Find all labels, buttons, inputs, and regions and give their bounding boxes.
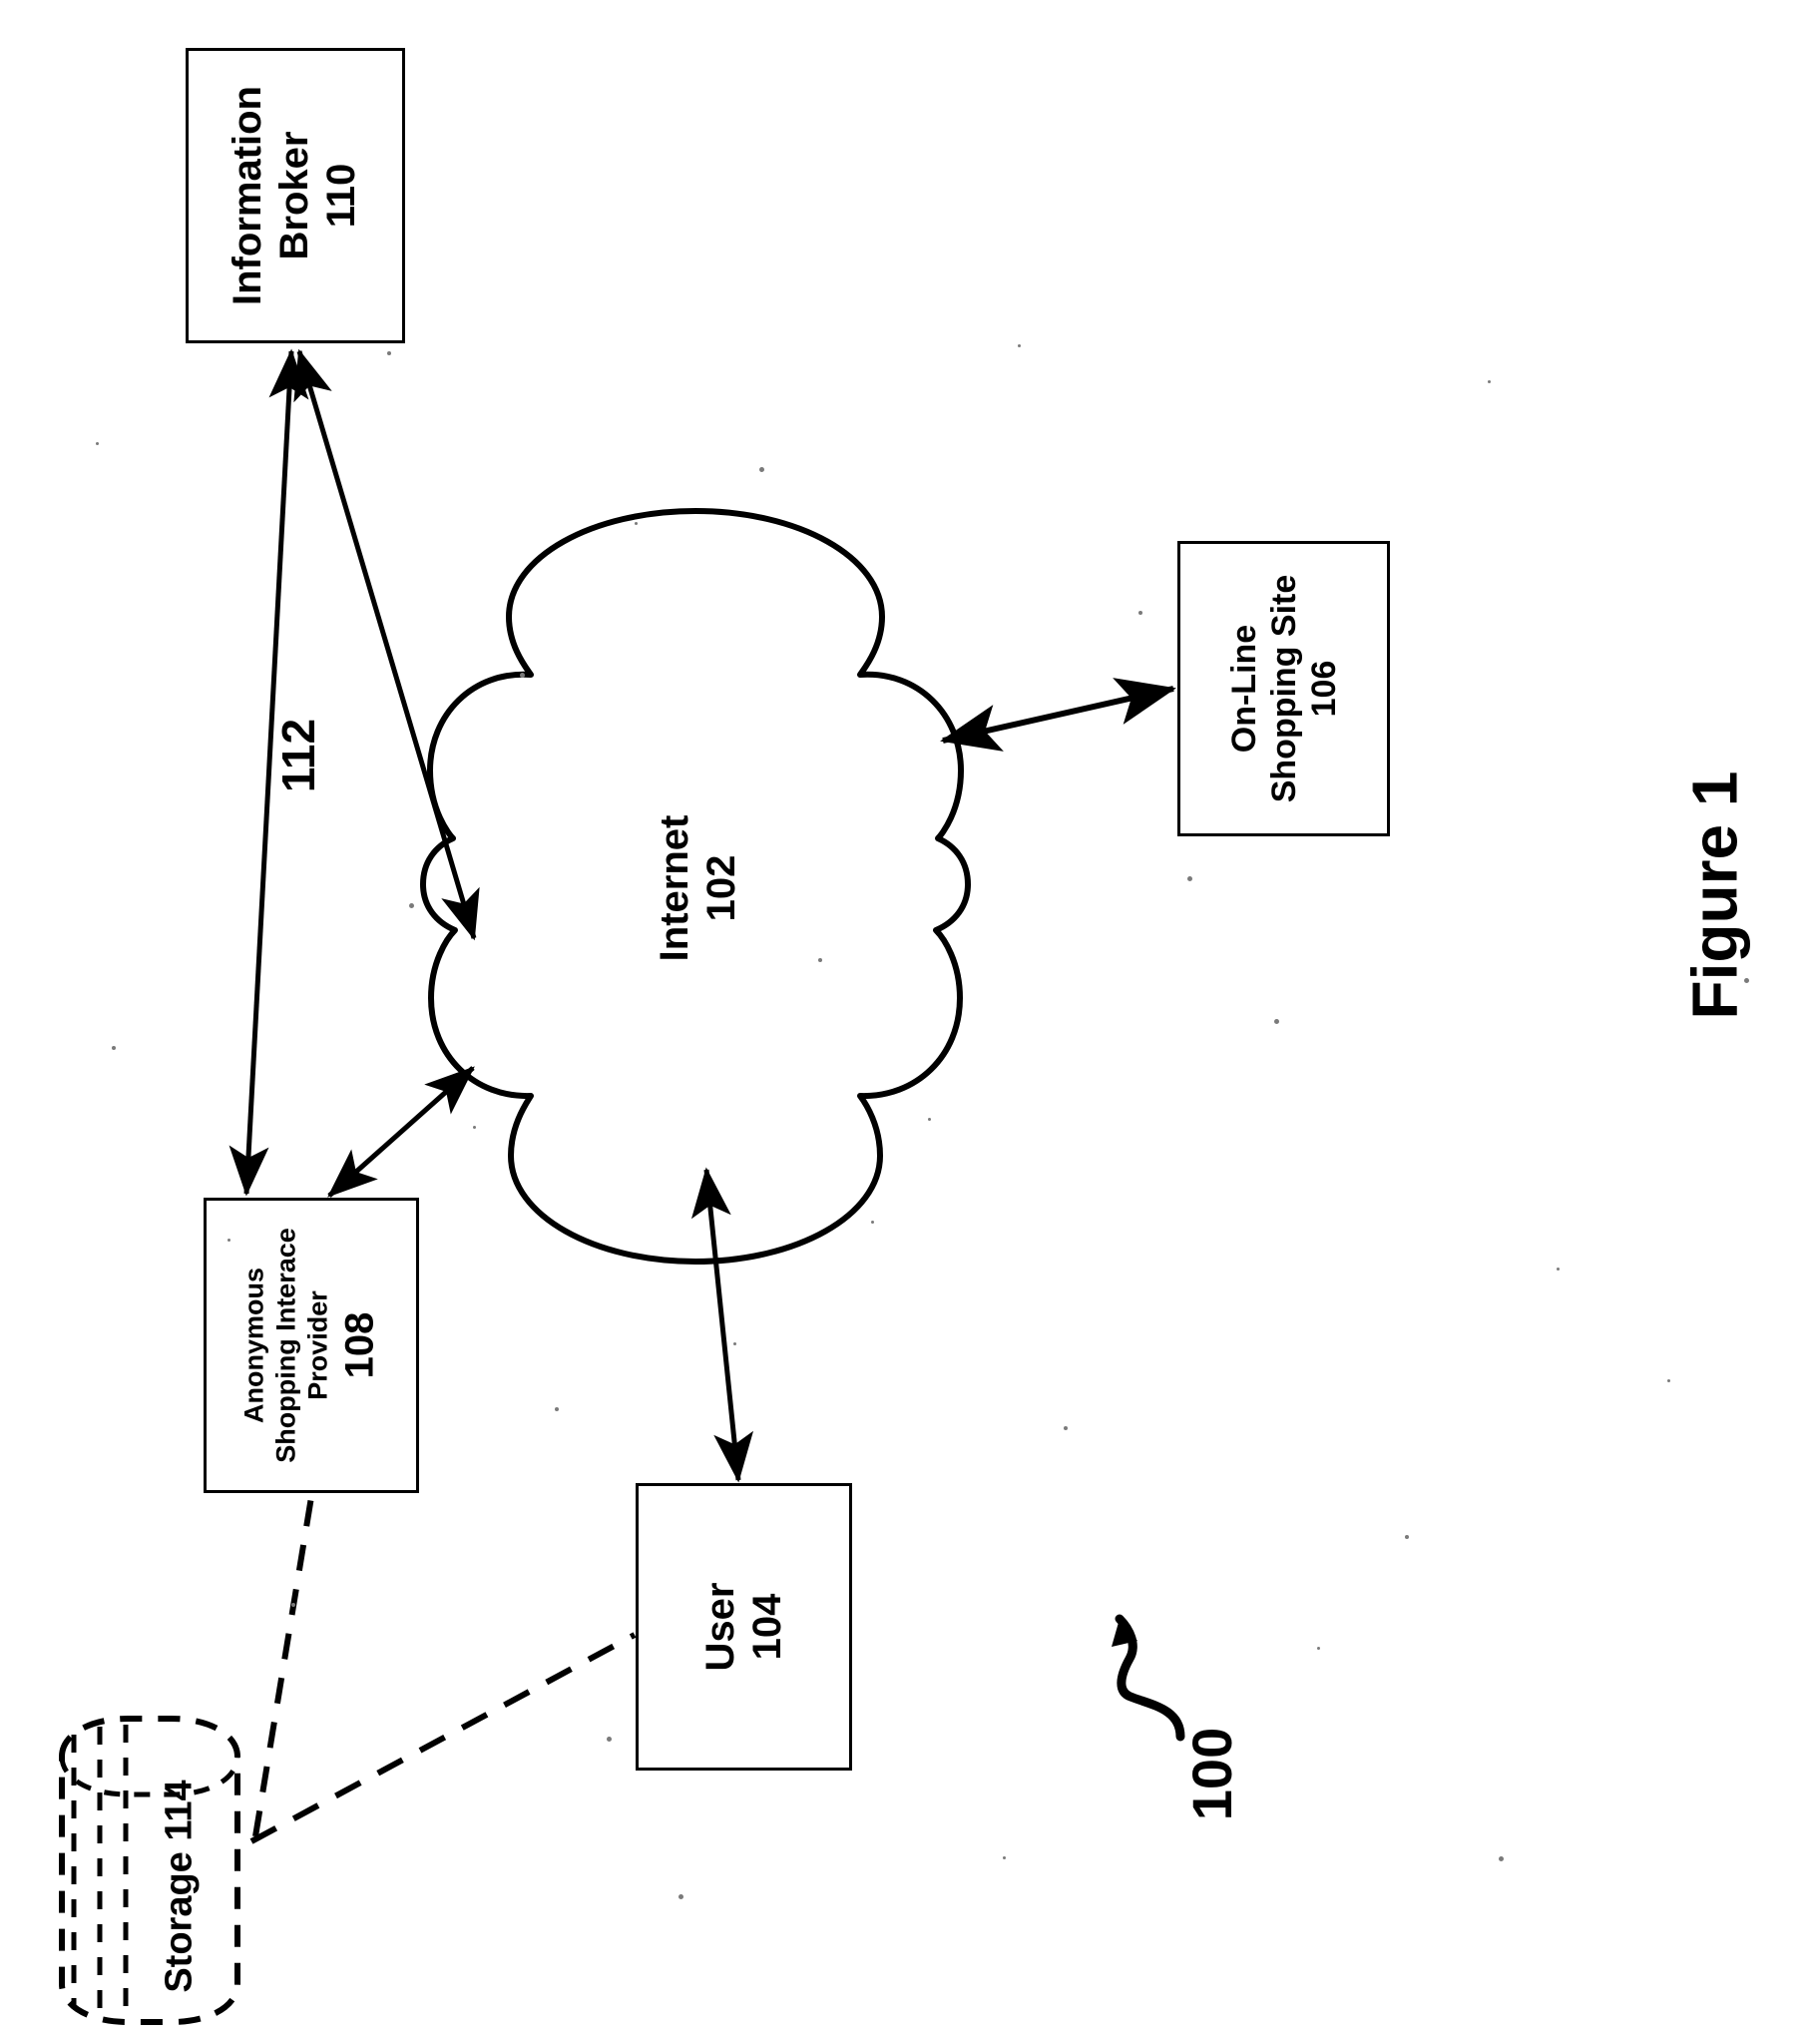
information-broker-label: Information Broker 110 [226,86,364,305]
node-anonymous-shopping-interface-provider[interactable]: Anonymous Shopping Interace Provider 108 [204,1198,419,1493]
node-user[interactable]: User 104 [636,1483,852,1771]
node-information-broker[interactable]: Information Broker 110 [186,48,405,343]
patent-figure-page: Information Broker 110 On-Line Shopping … [0,0,1809,2044]
connector-broker-to-internet [293,348,480,941]
connector-provider-to-internet [327,1066,475,1198]
online-shopping-site-label: On-Line Shopping Site 106 [1224,574,1343,803]
node-internet[interactable]: Internet 102 [559,739,838,1038]
user-label: User 104 [697,1582,789,1672]
figure-caption: Figure 1 [1678,770,1751,1020]
storage-label: Storage 114 [158,1780,201,1993]
internet-label: Internet 102 [652,814,743,962]
node-online-shopping-site[interactable]: On-Line Shopping Site 106 [1177,541,1390,836]
connector-storage-to-user [249,1632,637,1844]
connector-storage-to-provider [252,1496,314,1837]
anonymous-shopping-interface-provider-label: Anonymous Shopping Interace Provider 108 [238,1228,382,1463]
node-storage[interactable]: Storage 114 [80,1780,279,1992]
system-reference-numeral: 100 [1180,1727,1244,1821]
edge-label-112: 112 [272,718,325,793]
connector-internet-to-shopping-site [940,678,1176,752]
system-reference-pointer [1112,1614,1185,1742]
